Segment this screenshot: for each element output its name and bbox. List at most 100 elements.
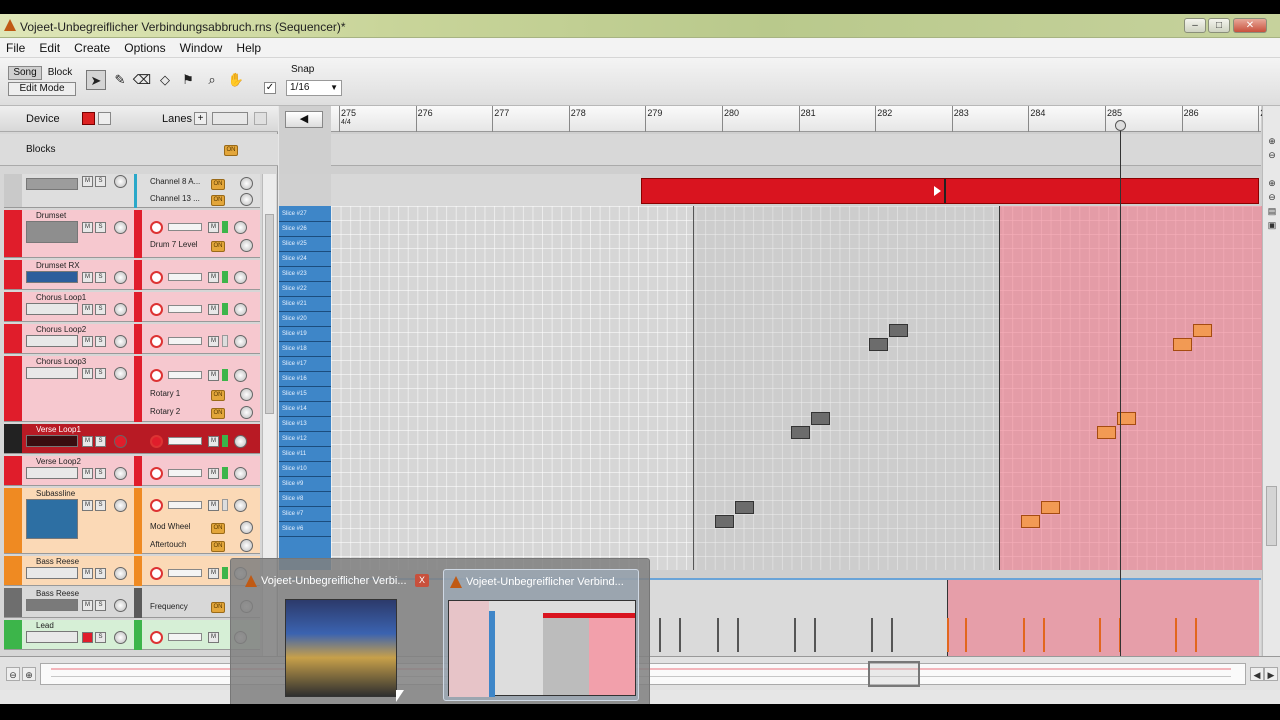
- track-knob[interactable]: [234, 335, 247, 348]
- monitor-button[interactable]: M: [208, 500, 219, 511]
- record-button[interactable]: [150, 271, 163, 284]
- hand-tool-icon[interactable]: ✋: [226, 70, 246, 90]
- solo-button[interactable]: S: [95, 468, 106, 479]
- track-knob[interactable]: [114, 599, 127, 612]
- lane-on-button[interactable]: ON: [211, 602, 225, 613]
- mute-button[interactable]: M: [82, 336, 93, 347]
- lane-delete-icon[interactable]: [240, 539, 253, 552]
- velocity-bar[interactable]: [965, 618, 967, 652]
- scroll-left-icon[interactable]: ◀: [1250, 667, 1264, 681]
- menu-create[interactable]: Create: [68, 38, 115, 55]
- mute-button[interactable]: M: [82, 468, 93, 479]
- song-position-marker[interactable]: [1115, 120, 1126, 131]
- vertical-scrollbar-thumb[interactable]: [1266, 486, 1277, 546]
- solo-button[interactable]: S: [95, 222, 106, 233]
- preview-window-rack[interactable]: Vojeet-Unbegreiflicher Verbi... X: [239, 569, 435, 701]
- mute-button[interactable]: M: [82, 272, 93, 283]
- device-thumbnail[interactable]: [26, 271, 78, 283]
- velocity-bar[interactable]: [659, 618, 661, 652]
- track-knob[interactable]: [234, 499, 247, 512]
- zoom-in-icon[interactable]: ⊕: [22, 667, 36, 681]
- lane-delete-icon[interactable]: [240, 521, 253, 534]
- track-knob[interactable]: [234, 221, 247, 234]
- arrow-tool-icon[interactable]: ➤: [86, 70, 106, 90]
- lane-on-button[interactable]: ON: [211, 179, 225, 190]
- device-thumbnail[interactable]: [26, 499, 78, 539]
- device-thumbnail[interactable]: [26, 631, 78, 643]
- record-button[interactable]: [150, 369, 163, 382]
- monitor-button[interactable]: M: [208, 272, 219, 283]
- monitor-button[interactable]: M: [208, 222, 219, 233]
- solo-button[interactable]: S: [95, 368, 106, 379]
- solo-button[interactable]: S: [95, 500, 106, 511]
- note-clip[interactable]: [641, 178, 1259, 204]
- zoom-out-icon[interactable]: ⊖: [1266, 150, 1278, 161]
- blocks-on-button[interactable]: ON: [224, 145, 238, 156]
- slice-key[interactable]: Slice #22: [279, 283, 331, 297]
- volume-slider[interactable]: [168, 223, 202, 231]
- note-grid[interactable]: [331, 206, 1280, 570]
- scrollbar-thumb[interactable]: [265, 214, 274, 414]
- solo-button[interactable]: S: [95, 336, 106, 347]
- slice-key[interactable]: Slice #23: [279, 268, 331, 282]
- snap-checkbox[interactable]: ✓: [264, 82, 276, 94]
- slice-key[interactable]: Slice #13: [279, 418, 331, 432]
- lane-on-button[interactable]: ON: [211, 408, 225, 419]
- solo-button[interactable]: S: [95, 436, 106, 447]
- note-event[interactable]: [1097, 426, 1116, 439]
- lane-on-button[interactable]: ON: [211, 195, 225, 206]
- device-thumbnail[interactable]: [26, 435, 78, 447]
- track-knob[interactable]: [234, 369, 247, 382]
- device-thumbnail[interactable]: [26, 303, 78, 315]
- volume-slider[interactable]: [168, 501, 202, 509]
- close-button[interactable]: ✕: [1233, 18, 1267, 33]
- mute-button[interactable]: M: [82, 368, 93, 379]
- track-knob[interactable]: [234, 303, 247, 316]
- volume-slider[interactable]: [168, 337, 202, 345]
- slice-key[interactable]: Slice #8: [279, 493, 331, 507]
- lane-on-button[interactable]: ON: [211, 390, 225, 401]
- volume-slider[interactable]: [168, 633, 202, 641]
- lane-on-button[interactable]: ON: [211, 523, 225, 534]
- menu-file[interactable]: File: [0, 38, 30, 55]
- device-thumbnail[interactable]: [26, 178, 78, 190]
- eraser-tool-icon[interactable]: ⌫: [132, 70, 152, 90]
- record-button[interactable]: [150, 221, 163, 234]
- track-knob[interactable]: [234, 467, 247, 480]
- velocity-bar[interactable]: [1195, 618, 1197, 652]
- volume-slider[interactable]: [168, 569, 202, 577]
- monitor-button[interactable]: M: [208, 336, 219, 347]
- device-thumbnail[interactable]: [26, 221, 78, 243]
- solo-button[interactable]: S: [95, 568, 106, 579]
- record-enable-button[interactable]: [82, 632, 93, 643]
- monitor-button[interactable]: M: [208, 436, 219, 447]
- zoom-out-icon[interactable]: ⊖: [6, 667, 20, 681]
- menu-edit[interactable]: Edit: [33, 38, 65, 55]
- note-event[interactable]: [791, 426, 810, 439]
- lane-on-button[interactable]: ON: [211, 241, 225, 252]
- track-knob[interactable]: [234, 271, 247, 284]
- note-event[interactable]: [715, 515, 734, 528]
- slice-key[interactable]: Slice #10: [279, 463, 331, 477]
- snap-select[interactable]: 1/16 ▼: [286, 80, 342, 96]
- lane-type-select[interactable]: [212, 112, 248, 125]
- slice-key[interactable]: Slice #6: [279, 523, 331, 537]
- velocity-bar[interactable]: [814, 618, 816, 652]
- slice-key[interactable]: Slice #18: [279, 343, 331, 357]
- track-knob[interactable]: [114, 499, 127, 512]
- record-button[interactable]: [150, 303, 163, 316]
- note-event[interactable]: [811, 412, 830, 425]
- slice-key[interactable]: Slice #27: [279, 208, 331, 222]
- track-knob[interactable]: [114, 335, 127, 348]
- mute-button[interactable]: M: [82, 568, 93, 579]
- track-row-subassline[interactable]: Subassline M S M Mod Wheel Aftertouch ON…: [4, 488, 260, 554]
- slice-key[interactable]: Slice #26: [279, 223, 331, 237]
- lane-delete-icon[interactable]: [240, 239, 253, 252]
- preview-window-sequencer[interactable]: Vojeet-Unbegreiflicher Verbind...: [443, 569, 639, 701]
- note-event[interactable]: [1041, 501, 1060, 514]
- mute-button[interactable]: M: [82, 436, 93, 447]
- zoom-out-icon[interactable]: ⊖: [1266, 192, 1278, 203]
- note-event[interactable]: [1021, 515, 1040, 528]
- track-row-drumset-rx[interactable]: Drumset RX M S M: [4, 260, 260, 290]
- volume-slider[interactable]: [168, 305, 202, 313]
